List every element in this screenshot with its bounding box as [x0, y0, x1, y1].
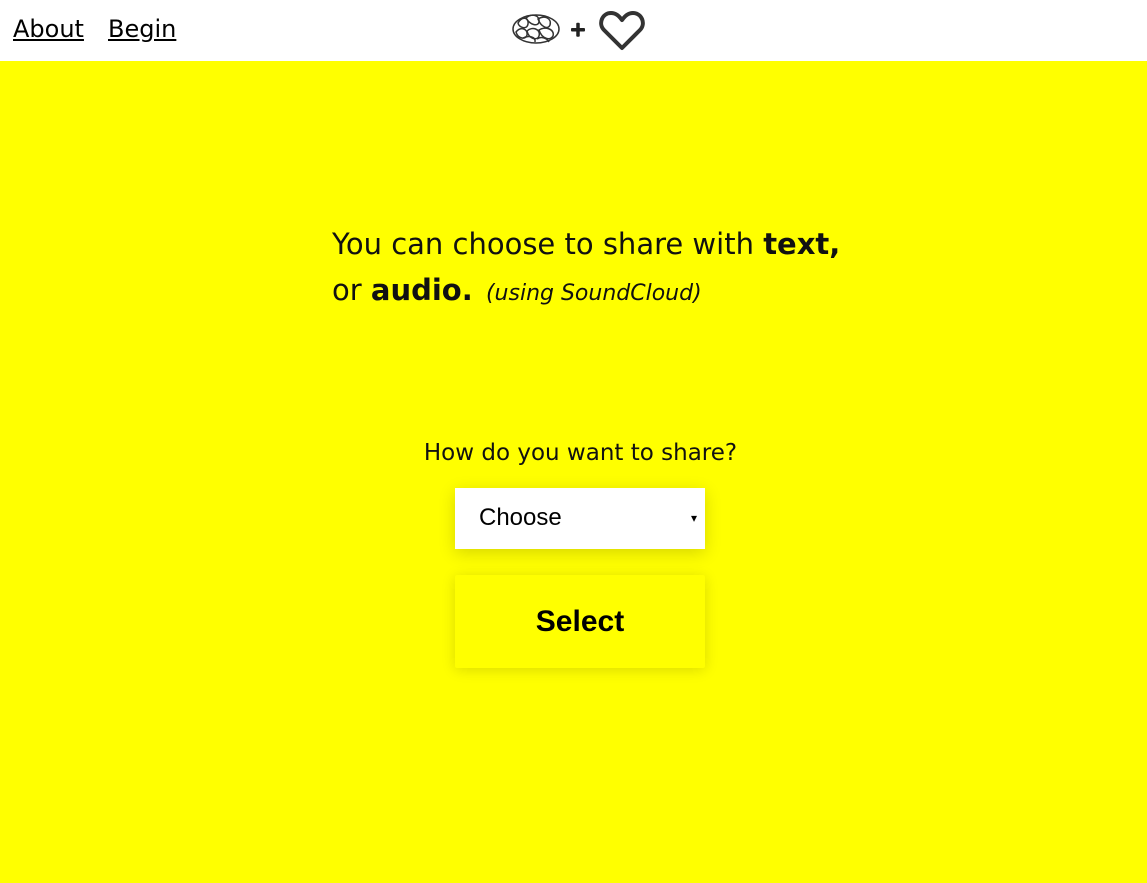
selected-share-method: Choose [479, 504, 562, 531]
plus-sign [571, 22, 585, 37]
about-link[interactable]: About [13, 14, 84, 44]
sharing-intro-text: You can choose to share with text, or au… [332, 221, 892, 317]
brain-icon [512, 14, 560, 44]
select-button[interactable]: Select [455, 575, 705, 668]
intro-text-prefix: You can choose to share with [332, 227, 764, 261]
intro-or-label: or [332, 273, 371, 307]
share-type-panel: You can choose to share with text, or au… [0, 61, 1147, 883]
share-method-select[interactable]: Choose ▾ [455, 488, 705, 549]
begin-link[interactable]: Begin [108, 14, 176, 44]
chevron-down-icon: ▾ [690, 511, 697, 525]
soundcloud-note: (using SoundCloud) [485, 281, 702, 306]
audio-option-label: audio. [370, 273, 473, 307]
share-method-question: How do you want to share? [423, 440, 738, 466]
heart-icon [599, 11, 645, 50]
top-navigation-bar: About Begin [0, 0, 1147, 61]
brain-plus-heart-logo [508, 8, 648, 52]
text-option-label: text, [763, 227, 841, 261]
